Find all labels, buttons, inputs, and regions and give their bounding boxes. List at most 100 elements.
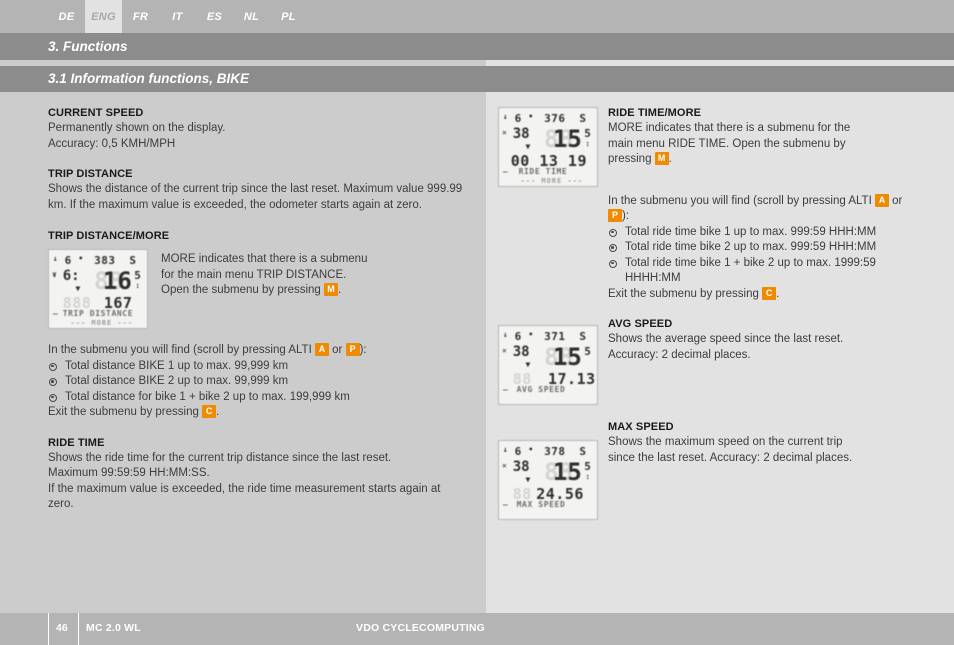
left-submenu-exit-a: Exit the submenu by pressing: [48, 406, 203, 418]
footer-rule-left: [48, 613, 49, 645]
language-tab-es[interactable]: ES: [196, 0, 233, 33]
avg-speed-line2: Accuracy: 2 decimal places.: [608, 348, 751, 361]
language-tab-bar: DE ENG FR IT ES NL PL: [0, 0, 954, 33]
footer-strip-right: [486, 605, 954, 613]
current-speed-heading: CURRENT SPEED: [48, 107, 144, 119]
lcd-rt-name: RIDE TIME: [518, 167, 568, 177]
trip-distance-more-body-d: .: [338, 284, 342, 296]
footer-strip-left: [0, 605, 486, 613]
lcd-avg-top-unit: S: [579, 329, 587, 343]
left-submenu-list: Total distance BIKE 1 up to max. 99,999 …: [48, 359, 468, 406]
right-submenu-block: In the submenu you will find (scroll by …: [608, 168, 908, 303]
language-tab-de[interactable]: DE: [48, 0, 85, 33]
bullet-icon: [609, 244, 617, 252]
lcd-td-dash: –: [52, 309, 59, 319]
language-tab-it-label: IT: [172, 10, 183, 23]
language-tab-de-label: DE: [58, 10, 75, 23]
ride-time-more-body-d: .: [668, 153, 672, 165]
lcd-td-colon: :: [135, 281, 141, 291]
lcd-avg-name: AVG SPEED: [516, 385, 566, 395]
section-ride-time-more: RIDE TIME/MORE MORE indicates that there…: [608, 92, 908, 168]
avg-speed-heading: AVG SPEED: [608, 318, 673, 330]
ride-time-more-heading: RIDE TIME/MORE: [608, 107, 702, 119]
language-tab-pl[interactable]: PL: [270, 0, 307, 33]
left-submenu-intro-b: or: [328, 344, 346, 356]
lcd-max-big-small: 5: [584, 459, 592, 473]
section-ride-time: RIDE TIME Shows the ride time for the cu…: [48, 421, 468, 513]
lcd-max-heart-icon: ✕: [501, 461, 507, 471]
trip-distance-more-body-b: for the main menu TRIP DISTANCE.: [161, 268, 347, 281]
ride-time-more-body-c: pressing: [608, 153, 655, 165]
lcd-rt-more: --- MORE ---: [520, 176, 584, 185]
footer-top-strip: [0, 605, 954, 613]
trip-distance-more-body-c-row: Open the submenu by pressing M.: [161, 283, 468, 299]
lcd-max-top-unit: S: [579, 444, 587, 458]
lcd-rt-bat-icon: ▼: [525, 141, 531, 151]
language-tab-it[interactable]: IT: [159, 0, 196, 33]
max-speed-heading: MAX SPEED: [608, 421, 674, 433]
current-speed-line1: Permanently shown on the display.: [48, 122, 226, 134]
lcd-td-arrow: ↓: [52, 253, 59, 263]
ride-time-more-body-a: MORE indicates that there is a submenu f…: [608, 122, 851, 134]
key-badge-a-right[interactable]: A: [874, 193, 889, 207]
key-badge-p-right[interactable]: P: [608, 209, 622, 222]
left-column: CURRENT SPEED Permanently shown on the d…: [48, 92, 468, 513]
key-badge-c-left[interactable]: C: [202, 405, 217, 418]
list-item: Total distance for bike 1 + bike 2 up to…: [48, 390, 468, 406]
lcd-max-name: MAX SPEED: [516, 500, 566, 510]
key-badge-p-left[interactable]: P: [345, 343, 360, 356]
lcd-rt-colon: :: [585, 139, 591, 149]
bullet-icon: [49, 378, 57, 386]
right-submenu-intro-a: In the submenu you will find (scroll by …: [608, 194, 875, 207]
left-submenu-intro-a: In the submenu you will find (scroll by …: [48, 344, 315, 356]
left-submenu-block: In the submenu you will find (scroll by …: [48, 329, 468, 421]
section-trip-distance: TRIP DISTANCE Shows the distance of the …: [48, 152, 468, 213]
right-submenu-item-1: Total ride time bike 2 up to max. 999:59…: [625, 241, 877, 253]
list-item: Total ride time bike 1 up to max. 999:59…: [608, 225, 908, 241]
left-submenu-exit: Exit the submenu by pressing C.: [48, 405, 468, 421]
left-submenu-exit-b: .: [216, 406, 220, 418]
key-badge-a-left[interactable]: A: [314, 343, 329, 356]
lcd-avg-dash: –: [502, 385, 509, 395]
section-title-bar: 3.1 Information functions, BIKE: [0, 66, 954, 92]
language-tab-eng[interactable]: ENG: [85, 0, 122, 33]
right-submenu-exit: Exit the submenu by pressing C.: [608, 286, 908, 303]
left-submenu-item-2: Total distance for bike 1 + bike 2 up to…: [65, 390, 350, 403]
key-badge-c-right[interactable]: C: [762, 286, 777, 300]
trip-distance-heading: TRIP DISTANCE: [48, 168, 133, 180]
lcd-rt-clock: 38: [512, 125, 530, 142]
language-tab-nl[interactable]: NL: [233, 0, 270, 33]
lcd-td-big-small: 5: [134, 268, 142, 282]
lcd-td-more: --- MORE ---: [70, 318, 134, 327]
lcd-rt-dot: •: [528, 111, 534, 121]
right-submenu-intro-c: ):: [622, 210, 630, 222]
key-badge-m[interactable]: M: [324, 283, 339, 296]
language-tab-nl-label: NL: [243, 10, 260, 23]
language-tab-es-label: ES: [206, 10, 223, 23]
lcd-td-alti: 6: [64, 253, 72, 267]
lcd-td-heart-icon: ∨: [51, 270, 57, 280]
lcd-max-dot: •: [528, 444, 534, 454]
lcd-td-name: TRIP DISTANCE: [62, 309, 134, 319]
list-item: Total distance BIKE 2 up to max. 99,999 …: [48, 374, 468, 390]
lcd-avg-top-value: 371: [544, 329, 566, 343]
language-tabs: DE ENG FR IT ES NL PL: [48, 0, 307, 33]
page-footer: 46 MC 2.0 WL VDO CYCLECOMPUTING: [0, 613, 954, 645]
lcd-rt-dash: –: [502, 167, 509, 177]
lcd-max-arrow: ↓: [502, 444, 509, 454]
trip-distance-more-body-c: Open the submenu by pressing: [161, 284, 325, 296]
current-speed-line2: Accuracy: 0,5 KMH/MPH: [48, 137, 176, 150]
right-submenu-list: Total ride time bike 1 up to max. 999:59…: [608, 225, 908, 287]
footer-page-number: 46: [56, 622, 68, 634]
ride-time-more-body-c-row: pressing M.: [608, 152, 908, 168]
lcd-avg-heart-icon: ✕: [501, 346, 507, 356]
lcd-rt-big-value: 15: [552, 125, 582, 154]
right-submenu-item-0: Total ride time bike 1 up to max. 999:59…: [625, 225, 877, 238]
list-item: Total ride time bike 2 up to max. 999:59…: [608, 240, 908, 256]
lcd-trip-distance-more: ↓ 6 • 383 S ∨ 6: 88 16 5 : ▼ 888 167 – T…: [48, 249, 148, 329]
left-submenu-intro-c: ):: [359, 344, 367, 356]
language-tab-fr[interactable]: FR: [122, 0, 159, 33]
key-badge-m-right[interactable]: M: [654, 152, 669, 165]
left-submenu-item-0: Total distance BIKE 1 up to max. 99,999 …: [65, 359, 289, 372]
content-area: CURRENT SPEED Permanently shown on the d…: [0, 92, 954, 605]
